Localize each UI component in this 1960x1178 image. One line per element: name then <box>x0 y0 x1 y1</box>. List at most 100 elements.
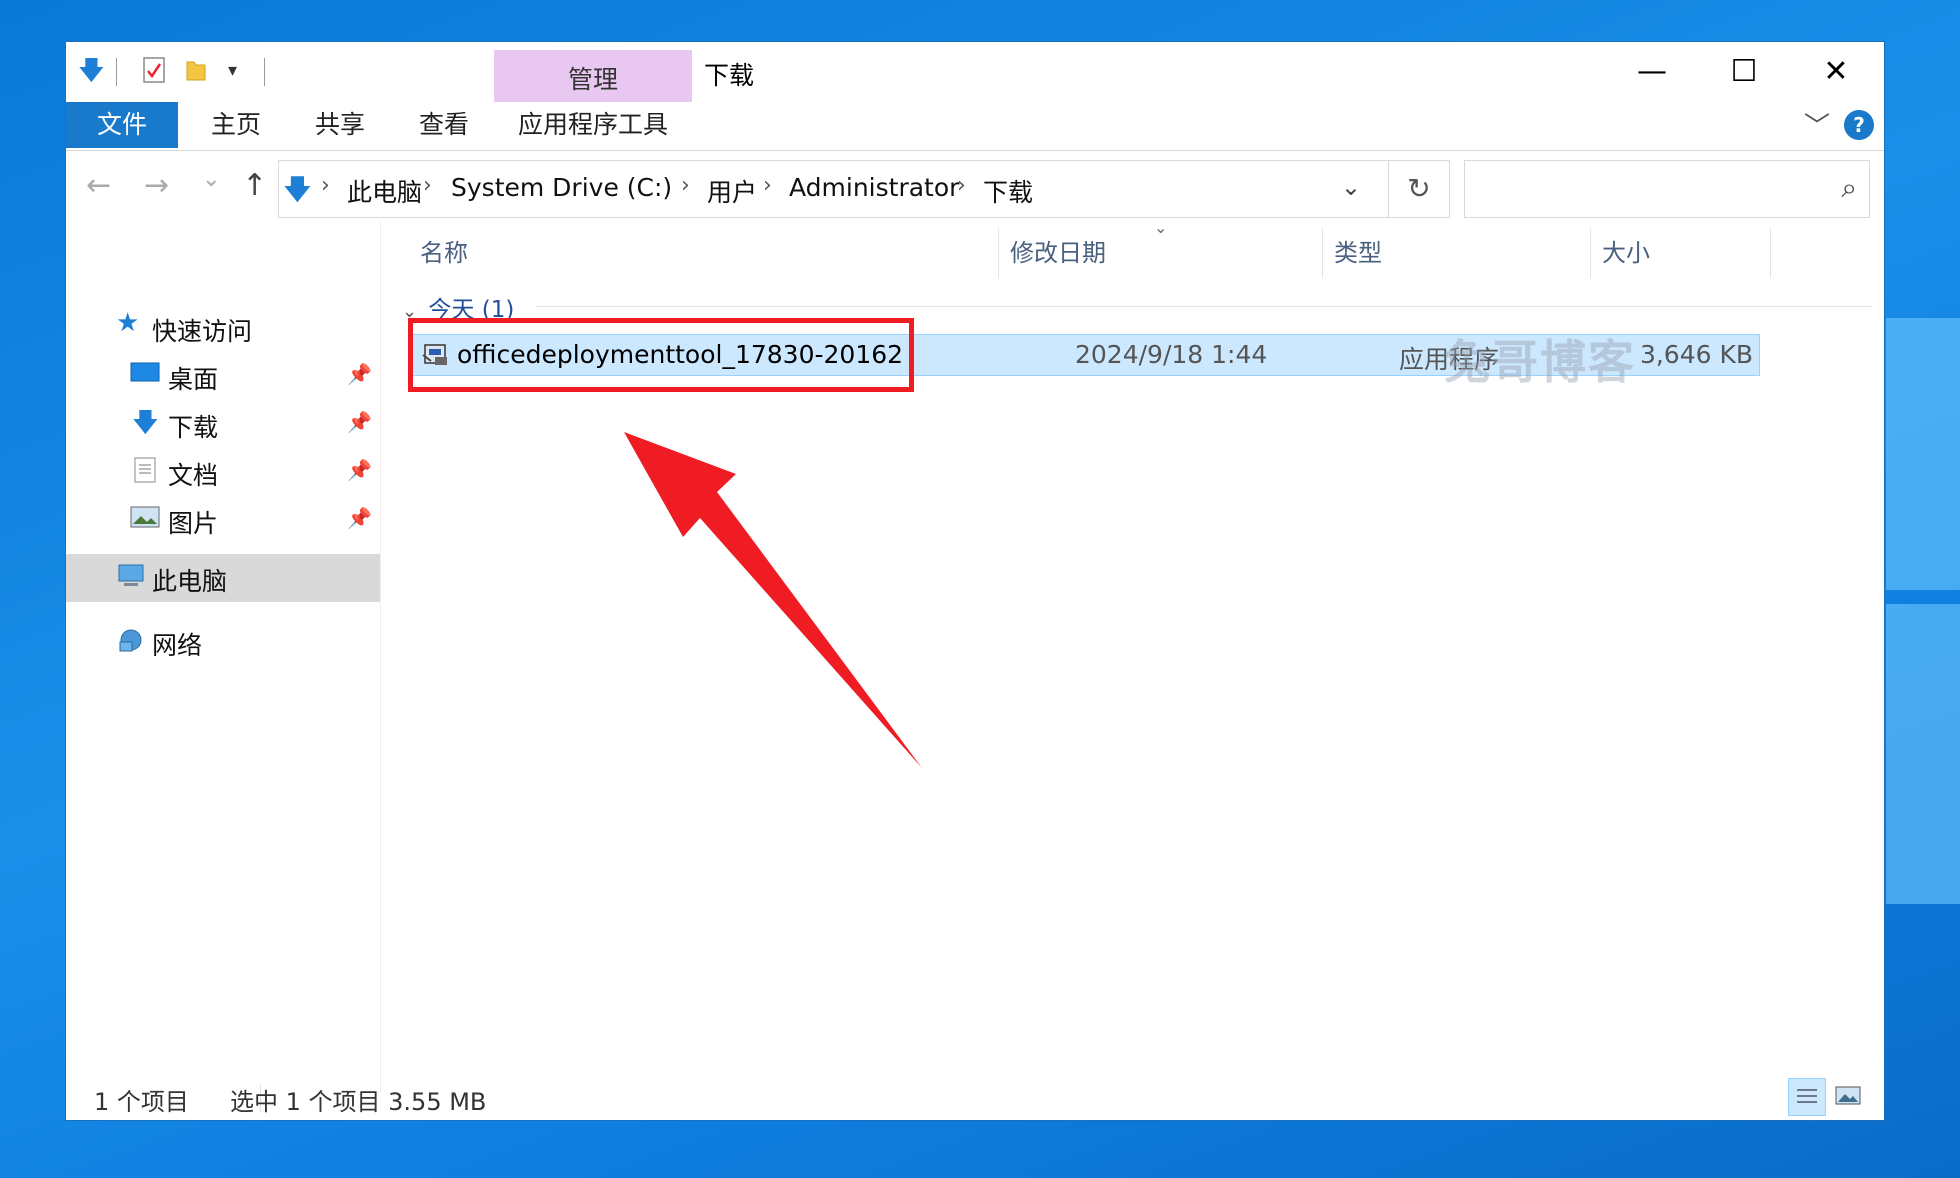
ribbon-divider <box>66 150 1884 151</box>
breadcrumb-downloads[interactable]: 下载 <box>983 173 1033 209</box>
column-divider[interactable] <box>1770 228 1771 278</box>
sidebar-item-network[interactable]: 网络 <box>66 618 380 664</box>
file-explorer-window: 🡇 ▾ 管理 下载 — ☐ ✕ 文件 主页 共享 查看 应用程序工具 ﹀ ? ←… <box>66 42 1884 1120</box>
close-button[interactable]: ✕ <box>1790 42 1882 102</box>
download-arrow-icon[interactable]: 🡇 <box>78 56 105 86</box>
column-divider[interactable] <box>1322 228 1323 278</box>
breadcrumb-administrator[interactable]: Administrator <box>789 173 959 202</box>
maximize-icon: ☐ <box>1730 54 1758 89</box>
download-icon: 🡇 <box>132 408 159 438</box>
computer-icon <box>116 562 146 590</box>
column-header-type[interactable]: 类型 <box>1334 228 1382 278</box>
search-icon[interactable]: ⌕ <box>1841 171 1857 205</box>
star-icon: ★ <box>116 308 140 338</box>
minimize-button[interactable]: — <box>1606 42 1698 102</box>
qat-dropdown-icon[interactable]: ▾ <box>228 56 237 86</box>
new-folder-icon-glyph <box>186 61 206 81</box>
breadcrumb-separator-icon[interactable]: › <box>321 173 330 198</box>
pin-icon[interactable]: 📌 <box>347 458 372 482</box>
sidebar-item-label: 网络 <box>152 631 203 660</box>
sort-indicator-icon: ⌄ <box>1154 218 1168 237</box>
help-icon[interactable]: ? <box>1844 110 1874 140</box>
desktop-icon <box>130 360 160 388</box>
refresh-icon[interactable]: ↻ <box>1388 161 1449 217</box>
address-bar[interactable]: 🡇 › 此电脑 › System Drive (C:) › 用户 › Admin… <box>278 160 1450 218</box>
breadcrumb-separator-icon[interactable]: › <box>957 173 966 198</box>
desktop-logo-pane-bottom <box>1886 604 1960 904</box>
details-view-icon <box>1797 1089 1817 1103</box>
annotation-highlight-box <box>408 318 914 392</box>
watermark-text: 兔哥博客 <box>1444 335 1636 389</box>
sidebar-item-label: 快速访问 <box>152 317 253 346</box>
pin-icon[interactable]: 📌 <box>347 506 372 530</box>
qat-separator <box>116 58 117 86</box>
annotation-arrow-shape <box>624 432 922 768</box>
tab-file[interactable]: 文件 <box>66 102 178 148</box>
status-selection: 选中 1 个项目 3.55 MB <box>230 1088 487 1116</box>
sidebar-item-label: 图片 <box>168 509 219 538</box>
sidebar-item-label: 文档 <box>168 461 219 490</box>
breadcrumb-separator-icon[interactable]: › <box>681 173 690 198</box>
properties-icon[interactable] <box>142 56 166 91</box>
tab-home[interactable]: 主页 <box>186 102 286 148</box>
group-header-rule <box>536 306 1872 307</box>
close-icon: ✕ <box>1823 54 1849 89</box>
pane-splitter[interactable] <box>380 222 381 1092</box>
context-tab-label: 管理 <box>567 65 618 94</box>
properties-icon-glyph <box>143 57 165 83</box>
sidebar-item-desktop[interactable]: 桌面 📌 <box>66 352 380 398</box>
pin-icon[interactable]: 📌 <box>347 410 372 434</box>
navigation-bar: ← → ⌄ ↑ 🡇 › 此电脑 › System Drive (C:) › 用户… <box>66 156 1884 222</box>
recent-locations-icon[interactable]: ⌄ <box>202 160 220 200</box>
column-header-name[interactable]: 名称 <box>420 228 468 278</box>
breadcrumb-system-drive[interactable]: System Drive (C:) <box>451 173 672 202</box>
forward-icon[interactable]: → <box>144 166 169 206</box>
window-title: 下载 <box>704 61 755 90</box>
pictures-icon <box>130 504 160 532</box>
ribbon-tabs: 文件 主页 共享 查看 应用程序工具 ﹀ ? <box>66 102 1884 150</box>
new-folder-icon[interactable] <box>184 56 208 91</box>
sidebar-item-downloads[interactable]: 🡇 下载 📌 <box>66 400 380 446</box>
file-size: 3,646 KB <box>1639 340 1753 369</box>
large-icons-view-button[interactable] <box>1830 1078 1868 1116</box>
address-download-icon: 🡇 <box>283 173 312 206</box>
network-icon <box>116 626 146 654</box>
status-item-count: 1 个项目 <box>94 1088 189 1116</box>
title-bar: 🡇 ▾ 管理 下载 — ☐ ✕ <box>66 42 1884 102</box>
desktop-logo-pane-top <box>1886 318 1960 590</box>
pin-icon[interactable]: 📌 <box>347 362 372 386</box>
column-header-size[interactable]: 大小 <box>1602 228 1650 278</box>
tab-share[interactable]: 共享 <box>290 102 390 148</box>
sidebar-item-label: 此电脑 <box>152 567 228 596</box>
details-view-button[interactable] <box>1788 1078 1826 1116</box>
breadcrumb-separator-icon[interactable]: › <box>423 173 432 198</box>
tab-view[interactable]: 查看 <box>394 102 494 148</box>
qat-separator <box>264 58 265 86</box>
sidebar-item-documents[interactable]: 文档 📌 <box>66 448 380 494</box>
sidebar-item-label: 桌面 <box>168 365 219 394</box>
breadcrumb-separator-icon[interactable]: › <box>763 173 772 198</box>
tab-app-tools[interactable]: 应用程序工具 <box>494 102 692 148</box>
sidebar-item-quick-access[interactable]: ★ 快速访问 <box>66 304 380 350</box>
large-icons-view-icon <box>1835 1086 1861 1105</box>
document-icon <box>132 456 162 484</box>
search-box[interactable]: ⌕ <box>1464 160 1870 218</box>
status-bar: 1 个项目 选中 1 个项目 3.55 MB <box>66 1078 1884 1120</box>
navigation-pane: ★ 快速访问 桌面 📌 🡇 下载 📌 文档 📌 图片 📌 此电脑 网络 <box>66 222 380 1092</box>
breadcrumb-this-pc[interactable]: 此电脑 <box>347 173 422 209</box>
maximize-button[interactable]: ☐ <box>1698 42 1790 102</box>
file-modified: 2024/9/18 1:44 <box>1075 340 1268 369</box>
address-dropdown-icon[interactable]: ⌄ <box>1341 173 1361 201</box>
minimize-icon: — <box>1637 54 1667 89</box>
ribbon-expand-icon[interactable]: ﹀ <box>1804 106 1830 143</box>
sidebar-item-this-pc[interactable]: 此电脑 <box>66 554 380 602</box>
sidebar-item-label: 下载 <box>168 413 219 442</box>
column-header-modified[interactable]: 修改日期 <box>1010 228 1106 278</box>
back-icon[interactable]: ← <box>86 166 111 206</box>
sidebar-item-pictures[interactable]: 图片 📌 <box>66 496 380 542</box>
column-divider[interactable] <box>998 228 999 278</box>
up-icon[interactable]: ↑ <box>242 166 267 206</box>
column-divider[interactable] <box>1590 228 1591 278</box>
breadcrumb-users[interactable]: 用户 <box>707 173 757 209</box>
context-tab-manage: 管理 <box>494 50 692 102</box>
